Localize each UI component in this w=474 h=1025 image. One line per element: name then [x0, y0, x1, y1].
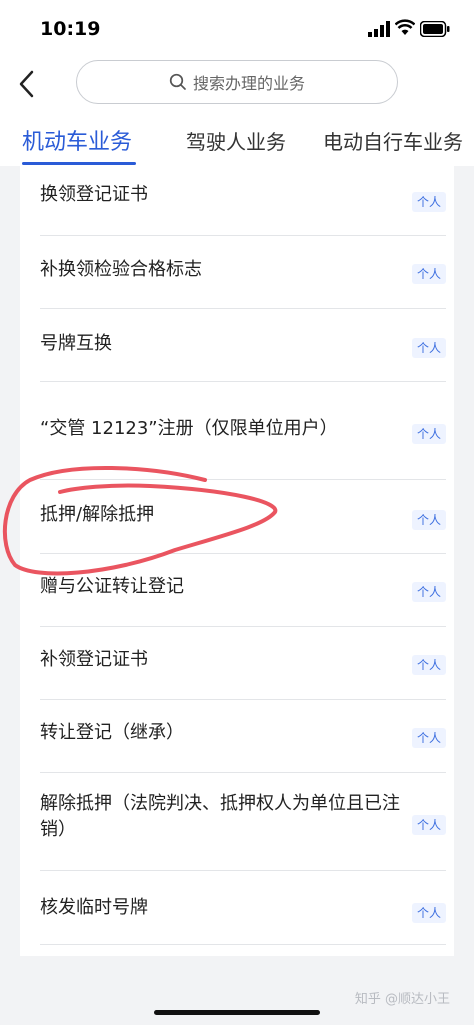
list-item[interactable]: 补换领检验合格标志 个人 — [40, 236, 446, 309]
home-indicator[interactable] — [154, 1010, 320, 1015]
watermark: 知乎 @顺达小王 — [354, 992, 450, 1007]
list-item-label: 赠与公证转让登记 — [40, 576, 184, 597]
personal-badge: 个人 — [411, 424, 446, 444]
list-item[interactable]: 换领登记证书 个人 — [40, 166, 446, 236]
personal-badge: 个人 — [411, 192, 446, 212]
list-item-label: 号牌互换 — [40, 333, 112, 354]
personal-badge: 个人 — [411, 815, 446, 835]
list-item-label: 核发临时号牌 — [40, 897, 148, 918]
personal-badge: 个人 — [411, 264, 446, 284]
list-item[interactable]: 补领登记证书 个人 — [40, 627, 446, 700]
personal-badge: 个人 — [411, 728, 446, 748]
status-time: 10:19 — [40, 18, 101, 40]
tab-electric-bicycle[interactable]: 电动自行车业务 — [323, 126, 463, 155]
personal-badge: 个人 — [411, 510, 446, 530]
list-item-label: 抵押/解除抵押 — [40, 504, 155, 525]
list-item-label: “交管 12123”注册（仅限单位用户） — [40, 418, 338, 439]
search-placeholder: 搜索办理的业务 — [192, 74, 305, 93]
search-input[interactable]: 搜索办理的业务 — [76, 60, 398, 104]
search-icon — [169, 73, 186, 90]
active-tab-indicator — [22, 162, 136, 165]
status-bar: 10:19 — [0, 0, 474, 58]
list-item[interactable]: “交管 12123”注册（仅限单位用户） 个人 — [40, 382, 446, 480]
list-item-label: 换领登记证书 — [40, 184, 148, 205]
list-item[interactable]: 赠与公证转让登记 个人 — [40, 554, 446, 627]
list-item-label: 补换领检验合格标志 — [40, 259, 202, 280]
personal-badge: 个人 — [411, 903, 446, 923]
list-item-label: 转让登记（继承） — [40, 722, 184, 743]
list-item-label: 解除抵押（法院判决、抵押权人为单位且已注销） — [40, 793, 400, 840]
list-item[interactable]: 抵押/解除抵押 个人 — [40, 480, 446, 554]
tab-motor-vehicle[interactable]: 机动车业务 — [22, 124, 132, 156]
tab-bar: 机动车业务 驾驶人业务 电动自行车业务 — [0, 120, 474, 165]
wifi-icon — [395, 19, 415, 35]
list-item[interactable]: 转让登记（继承） 个人 — [40, 700, 446, 773]
tab-driver[interactable]: 驾驶人业务 — [186, 126, 286, 155]
battery-icon — [420, 21, 450, 37]
list-item[interactable]: 解除抵押（法院判决、抵押权人为单位且已注销） 个人 — [40, 773, 446, 871]
back-arrow-icon[interactable] — [16, 66, 38, 102]
personal-badge: 个人 — [411, 582, 446, 602]
cellular-signal-icon — [368, 21, 390, 37]
personal-badge: 个人 — [411, 655, 446, 675]
personal-badge: 个人 — [411, 338, 446, 358]
list-item[interactable]: 核发临时号牌 个人 — [40, 871, 446, 945]
list-item[interactable]: 号牌互换 个人 — [40, 309, 446, 382]
header: 搜索办理的业务 机动车业务 驾驶人业务 电动自行车业务 — [0, 58, 474, 166]
service-list: 换领登记证书 个人 补换领检验合格标志 个人 号牌互换 个人 “交管 12123… — [20, 166, 454, 956]
list-item-label: 补领登记证书 — [40, 649, 148, 670]
